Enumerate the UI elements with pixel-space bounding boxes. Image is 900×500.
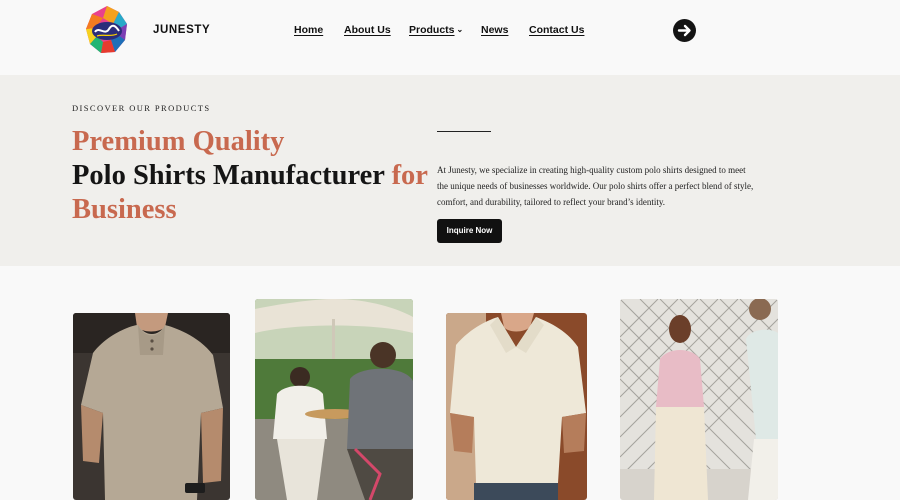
chevron-down-icon[interactable]: ⌄ <box>457 25 464 34</box>
headline-line-2: Polo Shirts Manufacturer for <box>72 159 432 193</box>
hero-description: At Junesty, we specialize in creating hi… <box>437 165 754 207</box>
hero-headline: Premium Quality Polo Shirts Manufacturer… <box>72 125 432 227</box>
nav-products-label[interactable]: Products <box>409 24 455 36</box>
product-image[interactable] <box>255 299 413 500</box>
headline-line-3: Business <box>72 194 177 225</box>
nav-contact-us[interactable]: Contact Us <box>529 24 584 36</box>
arrow-right-circle-icon[interactable] <box>673 19 696 42</box>
hero-section: DISCOVER OUR PRODUCTS Premium Quality Po… <box>0 75 900 266</box>
product-image[interactable] <box>446 313 587 500</box>
product-card-couple[interactable] <box>620 299 778 500</box>
nav-about-us[interactable]: About Us <box>344 24 391 36</box>
headline-line-2-main: Polo Shirts Manufacturer <box>72 160 392 191</box>
product-card-knit[interactable] <box>446 313 587 500</box>
nav-home[interactable]: Home <box>294 24 323 36</box>
site-header: JUNESTY Home About Us Products ⌄ News Con… <box>0 0 900 75</box>
product-image[interactable] <box>620 299 778 500</box>
product-card-cafe[interactable] <box>255 299 413 500</box>
product-image[interactable] <box>73 313 230 500</box>
nav-products[interactable]: Products ⌄ <box>409 24 463 36</box>
headline-line-1: Premium Quality <box>72 126 285 157</box>
hero-eyebrow: DISCOVER OUR PRODUCTS <box>72 103 211 113</box>
nav-news[interactable]: News <box>481 24 508 36</box>
main-nav: Home About Us Products ⌄ News Contact Us <box>0 24 900 40</box>
inquire-now-button[interactable]: Inquire Now <box>437 219 502 243</box>
hero-divider <box>437 131 491 132</box>
headline-line-2-accent: for <box>391 160 428 191</box>
product-card-henley[interactable] <box>73 313 230 500</box>
